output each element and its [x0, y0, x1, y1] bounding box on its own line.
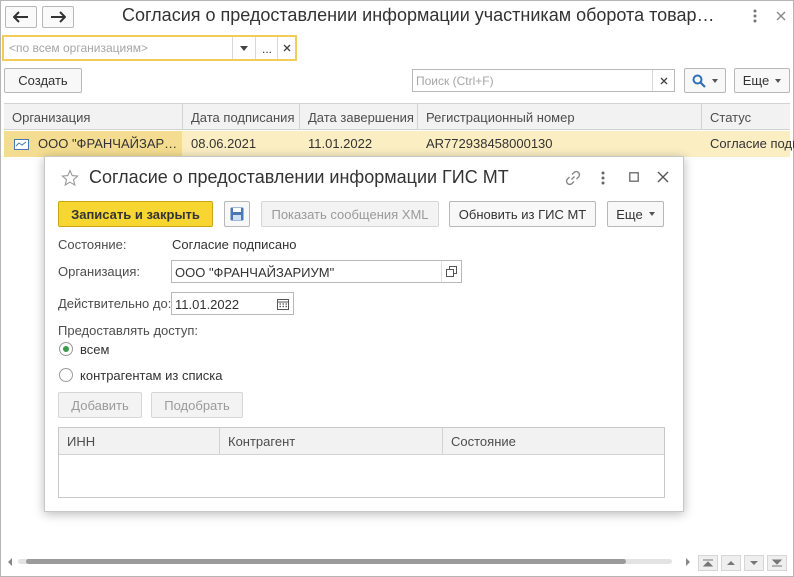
more-vertical-icon[interactable]	[601, 171, 605, 185]
divider	[701, 104, 702, 130]
save-button[interactable]	[224, 201, 250, 227]
cell-organization: ООО "ФРАНЧАЙЗАР…	[38, 136, 178, 151]
radio-list-label[interactable]: контрагентам из списка	[80, 368, 222, 383]
search-clear-button[interactable]	[652, 70, 674, 91]
column-state[interactable]: Состояние	[451, 434, 516, 449]
dialog-more-button[interactable]: Еще	[607, 201, 664, 227]
filter-clear-button[interactable]	[278, 37, 296, 59]
close-icon	[283, 44, 291, 52]
document-icon	[14, 139, 29, 150]
back-button[interactable]	[5, 6, 37, 28]
divider	[417, 104, 418, 130]
state-label: Состояние:	[58, 237, 127, 252]
window-menu-button[interactable]	[746, 7, 764, 25]
column-signed-date[interactable]: Дата подписания	[191, 110, 294, 125]
cell-status: Согласие подп	[710, 136, 794, 151]
calendar-icon	[277, 298, 289, 310]
organization-value: ООО "ФРАНЧАЙЗАРИУМ"	[175, 265, 335, 280]
organization-filter-field[interactable]: <по всем организациям> ...	[2, 35, 297, 61]
organization-filter-placeholder: <по всем организациям>	[9, 41, 148, 55]
close-icon[interactable]	[657, 171, 669, 183]
scroll-up-button[interactable]	[721, 555, 741, 571]
list-table-header: Организация Дата подписания Дата заверше…	[4, 103, 790, 130]
chevron-down-icon	[712, 78, 718, 83]
radio-list[interactable]	[59, 368, 73, 382]
valid-until-field[interactable]: 11.01.2022	[171, 292, 294, 315]
cell-reg-number: AR772938458000130	[426, 136, 553, 151]
organization-field[interactable]: ООО "ФРАНЧАЙЗАРИУМ"	[171, 260, 462, 283]
more-vertical-icon	[753, 9, 757, 23]
column-end-date[interactable]: Дата завершения	[308, 110, 414, 125]
scroll-first-button[interactable]	[698, 555, 718, 571]
more-label: Еще	[742, 73, 770, 88]
consent-dialog: Согласие о предоставлении информации ГИС…	[44, 156, 684, 512]
save-and-close-button[interactable]: Записать и закрыть	[58, 201, 213, 227]
calendar-button[interactable]	[273, 293, 293, 314]
scroll-last-button[interactable]	[767, 555, 787, 571]
counterparty-table-header: ИНН Контрагент Состояние	[59, 428, 664, 455]
dialog-title: Согласие о предоставлении информации ГИС…	[89, 167, 509, 187]
open-icon	[446, 266, 457, 277]
window-close-button[interactable]	[772, 7, 790, 25]
chevron-up-icon	[727, 561, 735, 565]
divider	[182, 104, 183, 130]
search-icon	[692, 74, 706, 88]
arrow-right-icon	[51, 11, 66, 23]
divider	[442, 428, 443, 454]
dialog-more-label: Еще	[616, 206, 643, 222]
link-icon[interactable]	[565, 170, 581, 186]
organization-label: Организация:	[58, 264, 141, 279]
arrow-left-icon	[13, 11, 28, 23]
chevron-down-icon	[648, 212, 655, 216]
open-organization-button[interactable]	[441, 261, 461, 282]
access-label: Предоставлять доступ:	[58, 323, 199, 338]
scroll-bottom-icon	[772, 559, 782, 567]
radio-all[interactable]	[59, 342, 73, 356]
cell-end-date: 11.01.2022	[308, 136, 373, 151]
cell-signed-date: 08.06.2021	[191, 136, 257, 151]
update-from-gis-button[interactable]: Обновить из ГИС МТ	[449, 201, 596, 227]
more-button[interactable]: Еще	[734, 68, 790, 93]
column-inn[interactable]: ИНН	[67, 434, 95, 449]
filter-select-button[interactable]: ...	[256, 39, 278, 59]
table-row[interactable]: ООО "ФРАНЧАЙЗАР… 08.06.2021 11.01.2022 A…	[4, 131, 794, 157]
divider	[299, 104, 300, 130]
scroll-down-button[interactable]	[744, 555, 764, 571]
filter-dropdown-button[interactable]	[233, 37, 255, 59]
radio-all-label[interactable]: всем	[80, 342, 109, 357]
horizontal-scrollbar[interactable]	[4, 553, 694, 571]
star-icon[interactable]	[61, 169, 79, 187]
close-icon	[660, 77, 667, 84]
forward-button[interactable]	[42, 6, 74, 28]
chevron-down-icon	[750, 561, 758, 565]
chevron-down-icon	[775, 78, 782, 83]
chevron-down-icon	[240, 45, 248, 51]
column-counterparty[interactable]: Контрагент	[228, 434, 295, 449]
column-organization[interactable]: Организация	[12, 110, 90, 125]
close-icon	[776, 11, 786, 21]
scroll-top-icon	[703, 559, 713, 567]
search-input[interactable]: Поиск (Ctrl+F)	[412, 69, 675, 92]
create-button[interactable]: Создать	[4, 68, 82, 93]
divider	[219, 428, 220, 454]
valid-until-value: 11.01.2022	[175, 297, 240, 312]
state-value: Согласие подписано	[172, 237, 297, 252]
scrollbar-track	[8, 558, 690, 566]
column-status[interactable]: Статус	[710, 110, 751, 125]
valid-until-label: Действительно до:	[58, 296, 172, 311]
floppy-disk-icon	[230, 207, 244, 221]
pick-button[interactable]: Подобрать	[151, 392, 243, 418]
counterparty-table: ИНН Контрагент Состояние	[58, 427, 665, 498]
search-options-button[interactable]	[684, 68, 726, 93]
search-placeholder: Поиск (Ctrl+F)	[416, 74, 494, 88]
show-xml-button[interactable]: Показать сообщения XML	[261, 201, 439, 227]
window-title: Согласия о предоставлении информации уча…	[122, 5, 715, 25]
maximize-icon[interactable]	[629, 172, 639, 182]
column-reg-number[interactable]: Регистрационный номер	[426, 110, 575, 125]
add-button[interactable]: Добавить	[58, 392, 142, 418]
